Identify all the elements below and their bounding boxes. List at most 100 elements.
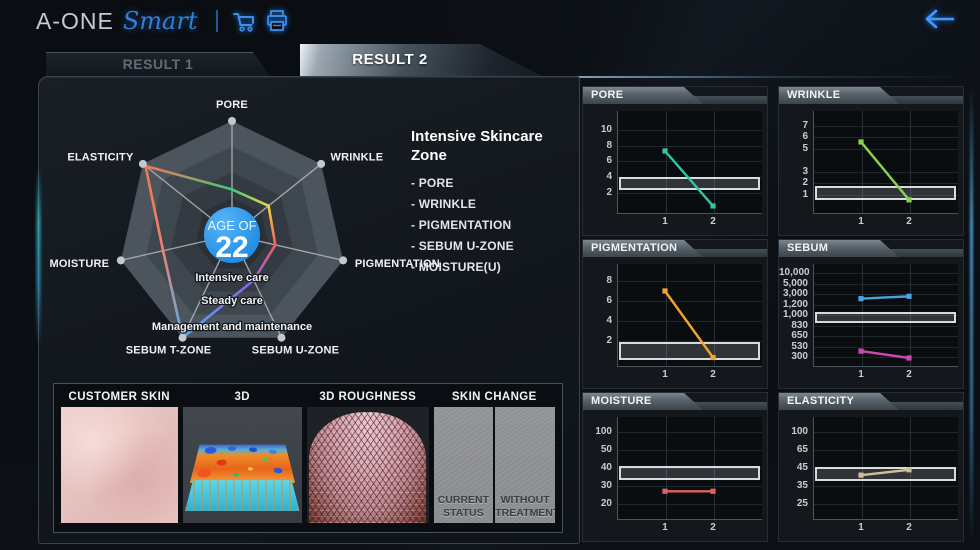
radar-vertex-dot [117,256,125,264]
app-logo: A-ONE Smart [36,7,290,35]
radar-axis-label-pore: PORE [216,99,248,111]
y-tick-label: 1,200 [779,299,808,310]
data-point [662,148,667,153]
y-tick-label: 4 [583,171,612,182]
y-tick-label: 10,000 [779,267,808,278]
chart-header-sebum: SEBUM [779,240,963,257]
skin-radar-chart: AGE OF22Intensive careSteady careManagem… [41,85,461,385]
chart-title: ELASTICITY [779,393,899,409]
screen: { "header": { "brand": "A-ONE", "brand_s… [0,0,980,550]
x-tick-label: 1 [851,522,871,533]
data-point [858,349,863,354]
data-line [861,142,909,200]
radar-vertex-dot [339,256,347,264]
chart-tile-moisture: MOISTURE1005040302012 [582,392,768,542]
zone-item: - MOISTURE(U) [411,257,576,278]
y-tick-label: 35 [779,480,808,491]
zone-item: - SEBUM U-ZONE [411,236,576,257]
x-tick-label: 1 [851,216,871,227]
chart-title: WRINKLE [779,87,899,103]
y-tick-label: 25 [779,498,808,509]
gallery-header-skin-change: SKIN CHANGE [434,391,556,403]
radar-vertex-dot [277,334,285,342]
chart-tile-sebum: SEBUM10,0005,0003,0001,2001,000830650530… [778,239,964,389]
result-panel: AGE OF22Intensive careSteady careManagem… [38,76,580,544]
y-tick-label: 45 [779,462,808,473]
skin-change-current[interactable]: CURRENT STATUS [434,407,494,523]
right-edge-glow [970,86,973,544]
brand-script-text: Smart [123,7,198,35]
chart-header-tab: PIGMENTATION [583,240,703,257]
zone-item: - PORE [411,173,576,194]
y-tick-label: 7 [779,120,808,131]
skin-change-image[interactable]: CURRENT STATUS WITHOUT TREATMENT [434,407,556,523]
x-tick-label: 1 [655,522,675,533]
data-point [906,355,911,360]
y-tick-label: 6 [779,131,808,142]
chart-series-moisture [617,417,761,519]
data-point [906,294,911,299]
data-point [906,467,911,472]
header-divider [216,10,218,32]
y-tick-label: 1,000 [779,309,808,320]
y-tick-label: 20 [583,498,612,509]
chart-header-wrinkle: WRINKLE [779,87,963,104]
skin-3d-image[interactable] [183,407,303,523]
tab-result-2[interactable]: RESULT 2 [300,44,544,77]
x-tick-label: 1 [655,216,675,227]
y-tick-label: 8 [583,275,612,286]
chart-header-pigmentation: PIGMENTATION [583,240,767,257]
x-tick-label: 2 [899,522,919,533]
y-tick-label: 6 [583,155,612,166]
y-tick-label: 5,000 [779,278,808,289]
zone-title: Intensive Skincare Zone [411,127,576,165]
tab-result-1[interactable]: RESULT 1 [46,52,270,76]
radar-axis-label-sebum-t-zone: SEBUM T-ZONE [126,345,212,357]
data-point [858,473,863,478]
data-line [861,470,909,475]
chart-title: PORE [583,87,703,103]
chart-title: SEBUM [779,240,899,256]
tab-accent-line [544,76,968,78]
radar-axis-label-elasticity: ELASTICITY [67,151,134,163]
chart-series-pore [617,111,761,213]
data-point [662,288,667,293]
radar-axis-label-wrinkle: WRINKLE [331,151,384,163]
y-tick-label: 65 [779,444,808,455]
y-tick-label: 4 [583,315,612,326]
y-tick-label: 3,000 [779,288,808,299]
y-tick-label: 650 [779,330,808,341]
y-tick-label: 50 [583,444,612,455]
y-tick-label: 6 [583,295,612,306]
gallery-header-3d: 3D [183,391,303,403]
radar-vertex-dot [317,160,325,168]
back-arrow-icon[interactable] [922,8,956,30]
chart-tile-pigmentation: PIGMENTATION864212 [582,239,768,389]
chart-header-tab: SEBUM [779,240,899,257]
skin-change-without-label: WITHOUT TREATMENT [495,494,555,520]
x-tick-label: 2 [703,369,723,380]
chart-series-elasticity [813,417,957,519]
chart-series-sebum [813,264,957,366]
3d-heatmap-front [185,480,300,511]
chart-header-moisture: MOISTURE [583,393,767,410]
gallery-header-customer-skin: CUSTOMER SKIN [61,391,178,403]
x-tick-label: 2 [703,216,723,227]
printer-icon[interactable] [264,9,290,33]
y-tick-label: 30 [583,480,612,491]
cart-icon[interactable] [231,9,257,33]
skin-change-without[interactable]: WITHOUT TREATMENT [495,407,555,523]
y-tick-label: 530 [779,341,808,352]
chart-title: MOISTURE [583,393,703,409]
radar-zone-label: Management and maintenance [152,321,312,333]
chart-header-tab: MOISTURE [583,393,703,410]
y-tick-label: 2 [779,177,808,188]
customer-skin-image[interactable] [61,407,178,523]
chart-header-tab: ELASTICITY [779,393,899,410]
skin-image-gallery: CUSTOMER SKIN 3D 3D ROUGHNESS SKIN CHANG… [53,383,563,533]
skin-3d-roughness-image[interactable] [307,407,429,523]
skin-change-current-label: CURRENT STATUS [434,494,494,520]
radar-vertex-dot [179,334,187,342]
tab-result-2-label: RESULT 2 [300,44,480,75]
zone-item: - WRINKLE [411,194,576,215]
